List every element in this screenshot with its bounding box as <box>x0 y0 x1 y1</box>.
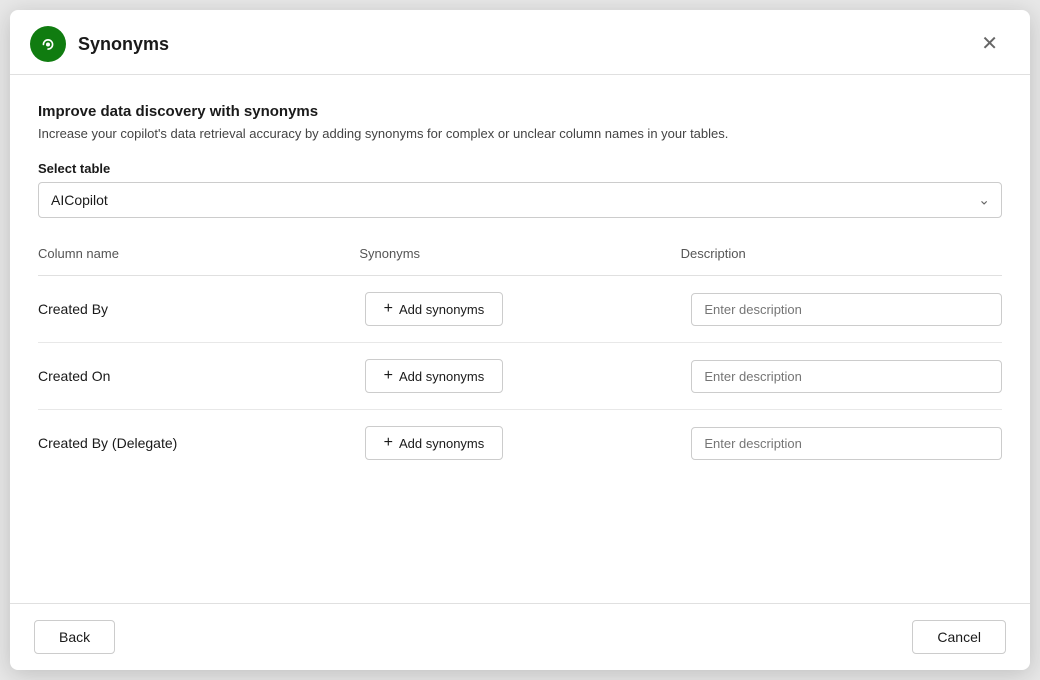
add-synonyms-button-2[interactable]: + Add synonyms <box>365 426 504 460</box>
synonyms-cell-2: + Add synonyms <box>365 426 676 460</box>
dialog-footer: Back Cancel <box>10 603 1030 670</box>
table-row: Created On + Add synonyms <box>38 343 1002 410</box>
dialog-header: Synonyms ✕ <box>10 10 1030 75</box>
table-header: Column name Synonyms Description <box>38 242 1002 276</box>
title-row: Synonyms <box>30 26 169 62</box>
description-cell-1 <box>691 360 1002 393</box>
description-input-2[interactable] <box>691 427 1002 460</box>
col-header-description: Description <box>681 242 1002 265</box>
description-cell-2 <box>691 427 1002 460</box>
dialog-body: Improve data discovery with synonyms Inc… <box>10 75 1030 603</box>
synonyms-cell-1: + Add synonyms <box>365 359 676 393</box>
app-icon <box>30 26 66 62</box>
back-button[interactable]: Back <box>34 620 115 654</box>
add-synonyms-label-2: Add synonyms <box>399 436 484 451</box>
section-description: Increase your copilot's data retrieval a… <box>38 126 1002 141</box>
table-select-wrapper: AICopilot ⌄ <box>38 182 1002 218</box>
add-synonyms-button-1[interactable]: + Add synonyms <box>365 359 504 393</box>
table-row: Created By + Add synonyms <box>38 276 1002 343</box>
table-select[interactable]: AICopilot <box>38 182 1002 218</box>
description-input-1[interactable] <box>691 360 1002 393</box>
description-cell-0 <box>691 293 1002 326</box>
add-synonyms-button-0[interactable]: + Add synonyms <box>365 292 504 326</box>
col-header-name: Column name <box>38 242 359 265</box>
plus-icon: + <box>384 301 393 317</box>
section-heading: Improve data discovery with synonyms <box>38 103 1002 120</box>
select-label: Select table <box>38 161 1002 176</box>
column-name-0: Created By <box>38 301 349 317</box>
plus-icon: + <box>384 368 393 384</box>
add-synonyms-label-0: Add synonyms <box>399 302 484 317</box>
plus-icon: + <box>384 435 393 451</box>
add-synonyms-label-1: Add synonyms <box>399 369 484 384</box>
column-name-2: Created By (Delegate) <box>38 435 349 451</box>
description-input-0[interactable] <box>691 293 1002 326</box>
dialog-title: Synonyms <box>78 34 169 55</box>
cancel-button[interactable]: Cancel <box>912 620 1006 654</box>
synonyms-dialog: Synonyms ✕ Improve data discovery with s… <box>10 10 1030 670</box>
col-header-synonyms: Synonyms <box>359 242 680 265</box>
table-row: Created By (Delegate) + Add synonyms <box>38 410 1002 468</box>
column-name-1: Created On <box>38 368 349 384</box>
close-button[interactable]: ✕ <box>973 30 1006 58</box>
synonyms-cell-0: + Add synonyms <box>365 292 676 326</box>
